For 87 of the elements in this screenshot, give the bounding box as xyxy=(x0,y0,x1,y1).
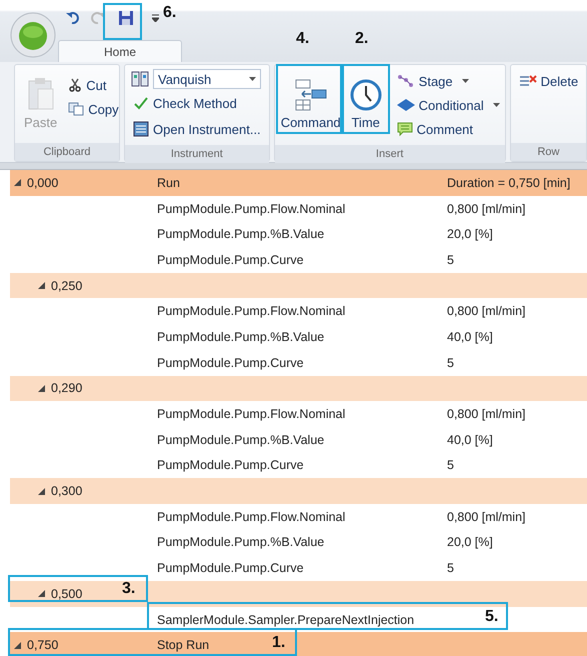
comment-icon xyxy=(396,121,413,137)
dropdown-arrow-icon xyxy=(249,77,256,81)
value-cell: 20,0 [%] xyxy=(447,227,493,242)
ribbon-tab[interactable]: Home xyxy=(58,40,182,62)
command-cell: PumpModule.Pump.%B.Value xyxy=(157,535,324,550)
checkmark-icon xyxy=(133,96,149,110)
expanded-arrow-icon[interactable] xyxy=(38,590,45,598)
steps-icon xyxy=(396,74,415,88)
time-cell: 0,250 xyxy=(51,278,82,293)
time-row[interactable]: 0,300 xyxy=(10,478,587,504)
command-cell: PumpModule.Pump.Curve xyxy=(157,252,304,267)
value-cell: 40,0 [%] xyxy=(447,330,493,344)
check-method-button[interactable]: Check Method xyxy=(131,91,263,115)
time-cell: 0,290 xyxy=(51,381,82,396)
command-cell: PumpModule.Pump.Curve xyxy=(157,356,304,370)
command-cell: Stop Run xyxy=(157,638,210,652)
command-button[interactable]: Command xyxy=(278,69,343,139)
highlight-frame xyxy=(103,3,142,40)
group-label: Instrument xyxy=(125,145,269,163)
copy-icon xyxy=(68,102,84,116)
comment-button[interactable]: Comment xyxy=(394,117,502,141)
time-cell: 0,750 xyxy=(27,638,58,652)
command-cell: PumpModule.Pump.Flow.Nominal xyxy=(157,510,346,524)
time-row[interactable]: 0,290 xyxy=(10,376,587,402)
open-instrument-button[interactable]: Open Instrument... xyxy=(131,117,263,141)
command-cell: SamplerModule.Sampler.PrepareNextInjection xyxy=(157,612,414,627)
command-cell: PumpModule.Pump.Curve xyxy=(157,561,304,576)
value-cell: 5 xyxy=(447,252,454,267)
step-number: 3. xyxy=(122,580,136,598)
step-number: 1. xyxy=(272,634,286,652)
value-cell: Duration = 0,750 [min] xyxy=(447,176,570,190)
step-number: 5. xyxy=(485,608,498,626)
time-cell: 0,300 xyxy=(51,484,82,498)
diamond-icon xyxy=(396,99,415,111)
value-cell: 0,800 [ml/min] xyxy=(447,407,526,422)
group-label: Insert xyxy=(274,145,505,163)
cut-button[interactable]: Cut xyxy=(66,73,121,97)
conditional-button[interactable]: Conditional xyxy=(394,93,502,117)
scissors-icon xyxy=(68,78,82,92)
value-cell: 5 xyxy=(447,356,454,370)
expanded-arrow-icon[interactable] xyxy=(38,282,45,290)
command-cell: PumpModule.Pump.Flow.Nominal xyxy=(157,202,346,216)
expanded-arrow-icon[interactable] xyxy=(14,642,21,649)
server-icon xyxy=(133,121,149,137)
expanded-arrow-icon[interactable] xyxy=(38,384,45,392)
command-cell: PumpModule.Pump.Curve xyxy=(157,458,304,472)
group-label: Clipboard xyxy=(15,143,119,161)
group-label: Row xyxy=(510,143,586,161)
instrument-icon xyxy=(131,71,149,87)
step-number: 2. xyxy=(355,30,368,48)
highlight-frame xyxy=(276,64,342,134)
command-cell: Run xyxy=(157,176,180,190)
time-cell: 0,000 xyxy=(27,176,58,190)
command-cell: PumpModule.Pump.%B.Value xyxy=(157,330,324,344)
command-cell: PumpModule.Pump.%B.Value xyxy=(157,432,324,447)
highlight-frame xyxy=(342,64,390,134)
value-cell: 5 xyxy=(447,561,454,576)
stage-button[interactable]: Stage xyxy=(394,69,502,93)
expanded-arrow-icon[interactable] xyxy=(38,488,45,495)
delete-row-icon xyxy=(518,74,537,88)
dropdown-arrow-icon xyxy=(492,103,500,107)
command-cell: PumpModule.Pump.Flow.Nominal xyxy=(157,304,346,318)
delete-button[interactable]: Delete xyxy=(516,69,580,93)
step-number: 6. xyxy=(163,4,176,22)
expanded-arrow-icon[interactable] xyxy=(14,179,21,186)
command-cell: PumpModule.Pump.%B.Value xyxy=(157,227,324,242)
value-cell: 40,0 [%] xyxy=(447,432,493,447)
time-button[interactable]: Time xyxy=(342,69,389,139)
time-row[interactable]: 0,250 xyxy=(10,272,587,298)
undo-icon[interactable] xyxy=(66,12,80,24)
run-row[interactable]: 0,000 Run Duration = 0,750 [min] xyxy=(10,170,587,196)
step-number: 4. xyxy=(296,30,310,48)
value-cell: 0,800 [ml/min] xyxy=(447,510,526,524)
value-cell: 0,800 [ml/min] xyxy=(447,202,526,216)
value-cell: 5 xyxy=(447,458,454,472)
clipboard-icon xyxy=(26,76,55,110)
value-cell: 0,800 [ml/min] xyxy=(447,304,526,318)
command-cell: PumpModule.Pump.Flow.Nominal xyxy=(157,407,346,422)
instrument-dropdown[interactable]: Vanquish xyxy=(153,69,261,89)
command-icon xyxy=(294,78,328,110)
clock-icon xyxy=(350,78,382,110)
dropdown-arrow-icon xyxy=(462,79,469,83)
value-cell: 20,0 [%] xyxy=(447,535,493,550)
save-icon[interactable] xyxy=(118,10,134,26)
copy-button[interactable]: Copy xyxy=(66,97,121,121)
customize-menu-icon[interactable] xyxy=(152,14,159,22)
time-cell: 0,500 xyxy=(51,586,82,601)
